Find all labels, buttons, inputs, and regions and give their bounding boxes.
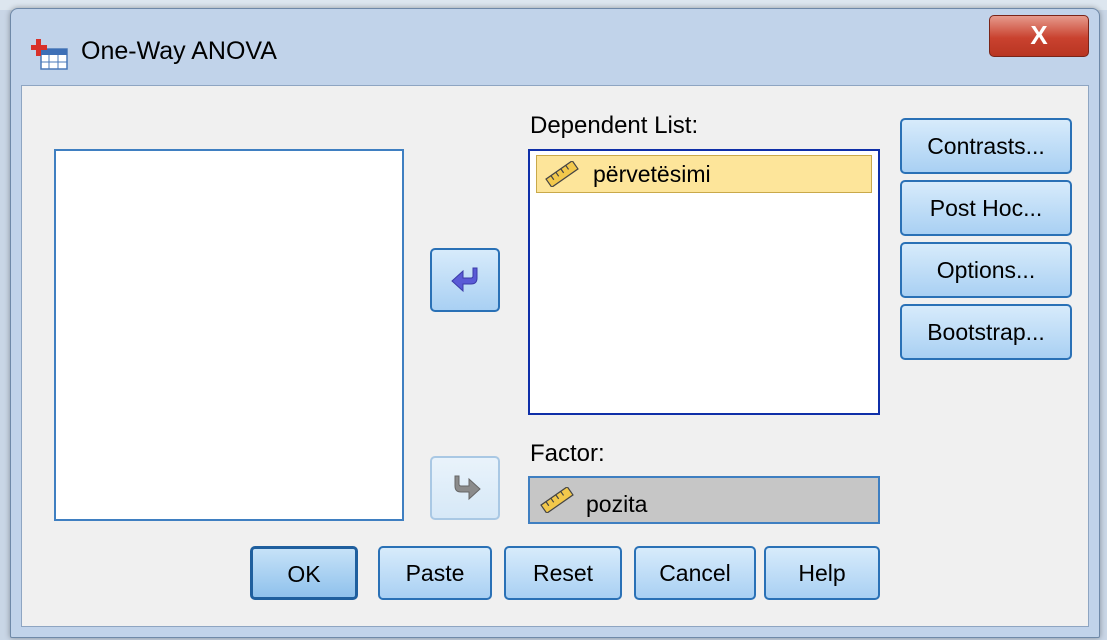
window-title: One-Way ANOVA [81,37,277,65]
factor-label: Factor: [530,440,605,467]
arrow-left-icon [451,267,478,293]
scale-ruler-icon [540,487,574,513]
help-button[interactable]: Help [764,546,880,600]
dependent-variable-name: përvetësimi [593,161,711,187]
title-bar[interactable]: One-Way ANOVA X [11,9,1099,85]
paste-button[interactable]: Paste [378,546,492,600]
dependent-list-label: Dependent List: [530,112,699,139]
contrasts-button[interactable]: Contrasts... [900,118,1072,174]
scale-ruler-icon [545,161,579,187]
ok-button[interactable]: OK [250,546,358,600]
options-button[interactable]: Options... [900,242,1072,298]
close-button[interactable]: X [989,15,1089,57]
post-hoc-button[interactable]: Post Hoc... [900,180,1072,236]
dialog-body: Dependent List: përvetësimi Factor: pozi… [21,85,1089,627]
reset-button[interactable]: Reset [504,546,622,600]
cancel-button[interactable]: Cancel [634,546,756,600]
list-item[interactable]: përvetësimi [536,155,872,193]
factor-variable-name: pozita [586,491,648,517]
move-factor-button[interactable] [430,456,500,520]
factor-field[interactable]: pozita [528,476,880,524]
one-way-anova-dialog: One-Way ANOVA X Dependent List: përvetës… [10,8,1100,638]
app-icon [31,39,68,70]
move-dependent-button[interactable] [430,248,500,312]
dependent-list[interactable]: përvetësimi [528,149,880,415]
source-variable-list[interactable] [54,149,404,521]
arrow-right-icon [454,475,481,501]
bootstrap-button[interactable]: Bootstrap... [900,304,1072,360]
